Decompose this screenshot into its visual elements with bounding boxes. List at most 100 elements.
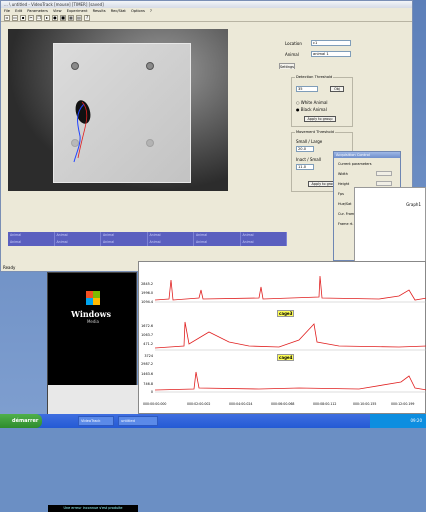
taskbar: démarrer VideoTrack untitled 09:20 (0, 414, 426, 428)
x-tick-label: 000:06:00.068 (271, 402, 295, 406)
dialog-title[interactable]: Acquisition Control (334, 152, 400, 158)
play-icon[interactable]: ▸ (44, 15, 50, 21)
x-tick-label: 000:10:00.155 (353, 402, 377, 406)
table-cell: Animal (55, 239, 101, 246)
media-product: Media (86, 319, 99, 324)
param-label: Hue/Sat (338, 202, 352, 206)
menu-experiment[interactable]: Experiment (67, 9, 88, 13)
menu-edit[interactable]: Edit (15, 9, 22, 13)
param-value (376, 181, 392, 186)
table-cell: Animal (148, 239, 194, 246)
x-tick-label: 000:12:00.199 (391, 402, 415, 406)
start-button[interactable]: démarrer (0, 414, 42, 428)
media-controls: Une erreur inconnue s'est produite (48, 385, 138, 512)
new-file-icon[interactable]: ▫ (4, 15, 10, 21)
black-animal-label: Black Animal (300, 107, 327, 112)
graph-panel: 2845.2 1996.0 1094.4 1672.6 1063.7 471.2… (138, 261, 426, 414)
small-large-field[interactable]: 20.0 (296, 146, 314, 152)
black-animal-radio[interactable]: ● Black Animal (296, 107, 327, 112)
menu-file[interactable]: File (4, 9, 10, 13)
white-animal-label: White Animal (300, 100, 328, 105)
y-tick-label: 1063.7 (141, 333, 153, 337)
table-cell: Animal (194, 239, 241, 246)
open-folder-icon[interactable]: ▭ (12, 15, 18, 21)
table-cell: Animal (101, 232, 148, 239)
y-tick-label: 1996.0 (141, 291, 153, 295)
clock: 09:20 (410, 418, 422, 423)
movement-group-label: Movement Threshold (295, 130, 335, 134)
taskbar-item[interactable]: VideoTrack (78, 416, 114, 426)
taskbar-item[interactable]: untitled (118, 416, 158, 426)
help-icon[interactable]: ? (84, 15, 90, 21)
detection-obj-button[interactable]: Obj (330, 86, 344, 92)
param-label: Height (338, 182, 350, 186)
menu-help[interactable]: ? (150, 9, 152, 13)
menu-view[interactable]: View (53, 9, 62, 13)
table-row: Animal Animal Animal Animal Animal Anima… (8, 232, 287, 239)
table-cell: Animal (8, 232, 55, 239)
stop-icon[interactable]: ■ (60, 15, 66, 21)
params-heading: Current parameters (338, 162, 372, 166)
x-tick-label: 000:02:00.002 (187, 402, 211, 406)
inact-small-field[interactable]: 11.0 (296, 164, 314, 170)
menu-recstat[interactable]: Rec/Stat (111, 9, 126, 13)
apply-to-group-button[interactable]: Apply to group (304, 116, 336, 122)
windows-media-logo (58, 285, 118, 331)
param-value (376, 171, 392, 176)
animal-label: Animal (285, 52, 299, 57)
activity-traces (154, 275, 426, 393)
animal-field[interactable]: animal 1 (311, 51, 351, 57)
x-tick-label: 000:08:00.112 (313, 402, 337, 406)
inact-small-label: Inact / Small (296, 157, 321, 162)
media-player: Windows Media Une erreur inconnue s'est … (47, 272, 138, 512)
param-label: Frame rt. (338, 222, 354, 226)
cut-icon[interactable]: ✂ (28, 15, 34, 21)
y-tick-label: 746.8 (143, 382, 153, 386)
status-text: Ready (3, 265, 16, 270)
location-label: Location (285, 41, 302, 46)
cage4-label: cage4 (277, 354, 295, 361)
y-tick-label: 2845.2 (141, 282, 153, 286)
record-icon[interactable]: ● (52, 15, 58, 21)
param-label: Fps (338, 192, 344, 196)
menu-results[interactable]: Results (93, 9, 106, 13)
system-tray: 09:20 (370, 414, 426, 428)
white-animal-radio[interactable]: ○ White Animal (296, 100, 328, 105)
y-tick-label: 2987.2 (141, 362, 153, 366)
menu-options[interactable]: Options (131, 9, 145, 13)
table-cell: Animal (148, 232, 194, 239)
table-cell: Animal (194, 232, 241, 239)
location-field[interactable]: c1 (311, 40, 351, 46)
grid-icon[interactable]: ▦ (68, 15, 74, 21)
x-tick-label: 000:00:00.000 (143, 402, 167, 406)
table-cell: Animal (8, 239, 55, 246)
detection-group: Detection Threshold 35 Obj ○ White Anima… (291, 75, 353, 127)
media-brand: Windows (70, 309, 112, 319)
copy-icon[interactable]: ❐ (36, 15, 42, 21)
graph-window-tab[interactable]: Graph1 (354, 187, 426, 262)
y-tick-label: 1094.4 (141, 300, 153, 304)
save-icon[interactable]: ▪ (20, 15, 26, 21)
detection-threshold-field[interactable]: 35 (296, 86, 318, 92)
param-label: Width (338, 172, 348, 176)
y-tick-label: 3724 (144, 354, 153, 358)
y-tick-label: 0 (150, 390, 153, 394)
y-tick-label: 1672.6 (141, 324, 153, 328)
window-title[interactable]: ... \ untitled - VideoTrack [mouse] [TIM… (1, 1, 412, 8)
toolbar: ▫ ▭ ▪ ✂ ❐ ▸ ● ■ ▦ ▤ ? (1, 14, 412, 22)
detection-group-label: Detection Threshold (295, 75, 334, 79)
tab-settings[interactable]: Settings (279, 63, 295, 69)
animal-trajectory (73, 101, 88, 163)
video-view[interactable] (8, 29, 228, 191)
media-status: Une erreur inconnue s'est produite (48, 505, 138, 512)
y-tick-label: 1463.6 (141, 372, 153, 376)
table-cell: Animal (55, 232, 101, 239)
chart-icon[interactable]: ▤ (76, 15, 82, 21)
graph-tab-title: Graph1 (406, 202, 421, 207)
menu-parameters[interactable]: Parameters (27, 9, 48, 13)
table-cell: Animal (101, 239, 148, 246)
cage3-label: cage3 (277, 310, 295, 317)
small-large-label: Small / Large (296, 139, 323, 144)
arena-image (53, 43, 191, 183)
y-tick-label: 471.2 (143, 342, 153, 346)
